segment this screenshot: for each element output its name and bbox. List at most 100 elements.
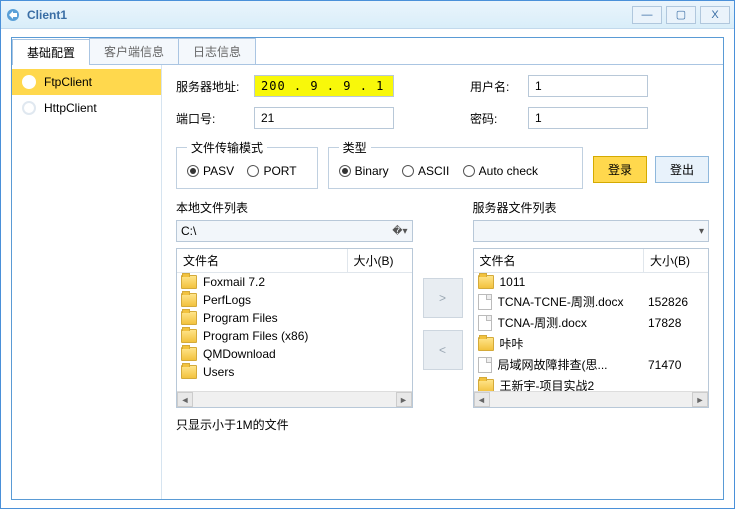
titlebar[interactable]: Client1 — ▢ X	[1, 1, 734, 29]
folder-icon	[181, 293, 197, 307]
item-name: Users	[203, 365, 352, 379]
scroll-right-icon[interactable]: ►	[692, 392, 708, 407]
options-row: 文件传输模式 PASV PORT 类型 Binary ASCII Auto ch…	[176, 139, 709, 189]
list-item[interactable]: TCNA-周测.docx17828	[474, 312, 709, 333]
item-size: 71470	[648, 358, 704, 372]
chevron-left-icon: <	[439, 343, 446, 357]
radio-autocheck[interactable]: Auto check	[463, 164, 538, 178]
login-button[interactable]: 登录	[593, 156, 647, 183]
list-item[interactable]: 1011	[474, 273, 709, 291]
port-input[interactable]	[254, 107, 394, 129]
tab-client-info[interactable]: 客户端信息	[89, 38, 179, 64]
outer-panel: 基础配置 客户端信息 日志信息 FtpClient HttpClient	[11, 37, 724, 500]
horizontal-scrollbar[interactable]: ◄ ►	[177, 391, 412, 407]
item-name: PerfLogs	[203, 293, 352, 307]
item-name: QMDownload	[203, 347, 352, 361]
list-item[interactable]: QMDownload	[177, 345, 412, 363]
document-icon	[478, 294, 492, 310]
radio-icon	[402, 165, 414, 177]
list-item[interactable]: TCNA-TCNE-周测.docx152826	[474, 291, 709, 312]
body: FtpClient HttpClient 服务器地址: 用户名:	[12, 65, 723, 499]
folder-icon	[181, 347, 197, 361]
tab-bar: 基础配置 客户端信息 日志信息	[12, 38, 723, 65]
folder-icon	[181, 275, 197, 289]
username-input[interactable]	[528, 75, 648, 97]
item-name: Program Files (x86)	[203, 329, 352, 343]
sidebar-item-httpclient[interactable]: HttpClient	[12, 95, 161, 121]
lists-row: 本地文件列表 C:\ �▾ 文件名 大小(B) Foxmail 7.2Pe	[176, 199, 709, 408]
list-item[interactable]: PerfLogs	[177, 291, 412, 309]
combo-value: C:\	[181, 224, 196, 238]
password-input[interactable]	[528, 107, 648, 129]
app-icon	[5, 7, 21, 23]
item-name: TCNA-TCNE-周测.docx	[498, 293, 649, 310]
sidebar-item-label: FtpClient	[44, 75, 92, 89]
folder-icon	[478, 275, 494, 289]
remote-listbox[interactable]: 文件名 大小(B) 1011TCNA-TCNE-周测.docx152826TCN…	[473, 248, 710, 408]
horizontal-scrollbar[interactable]: ◄ ►	[474, 391, 709, 407]
list-item[interactable]: Program Files	[177, 309, 412, 327]
radio-pasv[interactable]: PASV	[187, 164, 234, 178]
close-button[interactable]: X	[700, 6, 730, 24]
sidebar-item-ftpclient[interactable]: FtpClient	[12, 69, 161, 95]
list-item[interactable]: 局域网故障排查(思...71470	[474, 354, 709, 375]
transfer-buttons: > <	[423, 238, 463, 370]
auth-buttons: 登录 登出	[593, 156, 709, 189]
tab-log-info[interactable]: 日志信息	[178, 38, 256, 64]
main-panel: 服务器地址: 用户名: 端口号: 密码:	[162, 65, 723, 499]
local-title: 本地文件列表	[176, 199, 413, 216]
scroll-left-icon[interactable]: ◄	[177, 392, 193, 407]
label-user: 用户名:	[470, 78, 520, 95]
row-server: 服务器地址: 用户名:	[176, 75, 709, 97]
window-controls: — ▢ X	[632, 6, 730, 24]
radio-ascii[interactable]: ASCII	[402, 164, 449, 178]
upload-button[interactable]: >	[423, 278, 463, 318]
minimize-button[interactable]: —	[632, 6, 662, 24]
list-header: 文件名 大小(B)	[177, 249, 412, 273]
app-window: Client1 — ▢ X 基础配置 客户端信息 日志信息 FtpClient	[0, 0, 735, 509]
server-address-input[interactable]	[254, 75, 394, 97]
fieldset-transfer-mode: 文件传输模式 PASV PORT	[176, 139, 318, 189]
remote-title: 服务器文件列表	[473, 199, 710, 216]
col-size[interactable]: 大小(B)	[644, 249, 708, 272]
item-name: Foxmail 7.2	[203, 275, 352, 289]
item-name: 1011	[500, 275, 649, 289]
list-header: 文件名 大小(B)	[474, 249, 709, 273]
list-item[interactable]: Foxmail 7.2	[177, 273, 412, 291]
download-button[interactable]: <	[423, 330, 463, 370]
item-name: 咔咔	[500, 335, 649, 352]
remote-path-combo[interactable]: ▾	[473, 220, 710, 242]
label-server: 服务器地址:	[176, 78, 246, 95]
col-size[interactable]: 大小(B)	[348, 249, 412, 272]
bullet-icon	[22, 101, 36, 115]
document-icon	[478, 315, 492, 331]
radio-port[interactable]: PORT	[247, 164, 296, 178]
bullet-icon	[22, 75, 36, 89]
local-listbox[interactable]: 文件名 大小(B) Foxmail 7.2 PerfLogs Program Fil…	[176, 248, 413, 408]
footer-note: 只显示小于1M的文件	[176, 416, 709, 433]
tab-basic-config[interactable]: 基础配置	[12, 39, 90, 65]
sidebar: FtpClient HttpClient	[12, 65, 162, 499]
col-name[interactable]: 文件名	[177, 249, 348, 272]
logout-button[interactable]: 登出	[655, 156, 709, 183]
list-item[interactable]: Users	[177, 363, 412, 381]
list-item[interactable]: 咔咔	[474, 333, 709, 354]
item-name: 局域网故障排查(思...	[498, 356, 649, 373]
item-size: 152826	[648, 295, 704, 309]
scroll-right-icon[interactable]: ►	[396, 392, 412, 407]
col-name[interactable]: 文件名	[474, 249, 645, 272]
label-pass: 密码:	[470, 110, 520, 127]
local-drive-combo[interactable]: C:\ �▾	[176, 220, 413, 242]
folder-icon	[181, 311, 197, 325]
local-file-panel: 本地文件列表 C:\ �▾ 文件名 大小(B) Foxmail 7.2Pe	[176, 199, 413, 408]
radio-icon	[247, 165, 259, 177]
chevron-down-icon: ▾	[699, 226, 704, 237]
item-name: Program Files	[203, 311, 352, 325]
radio-binary[interactable]: Binary	[339, 164, 389, 178]
maximize-button[interactable]: ▢	[666, 6, 696, 24]
fieldset-type: 类型 Binary ASCII Auto check	[328, 139, 583, 189]
list-item[interactable]: Program Files (x86)	[177, 327, 412, 345]
scroll-left-icon[interactable]: ◄	[474, 392, 490, 407]
folder-icon	[478, 337, 494, 351]
item-name: TCNA-周测.docx	[498, 314, 649, 331]
